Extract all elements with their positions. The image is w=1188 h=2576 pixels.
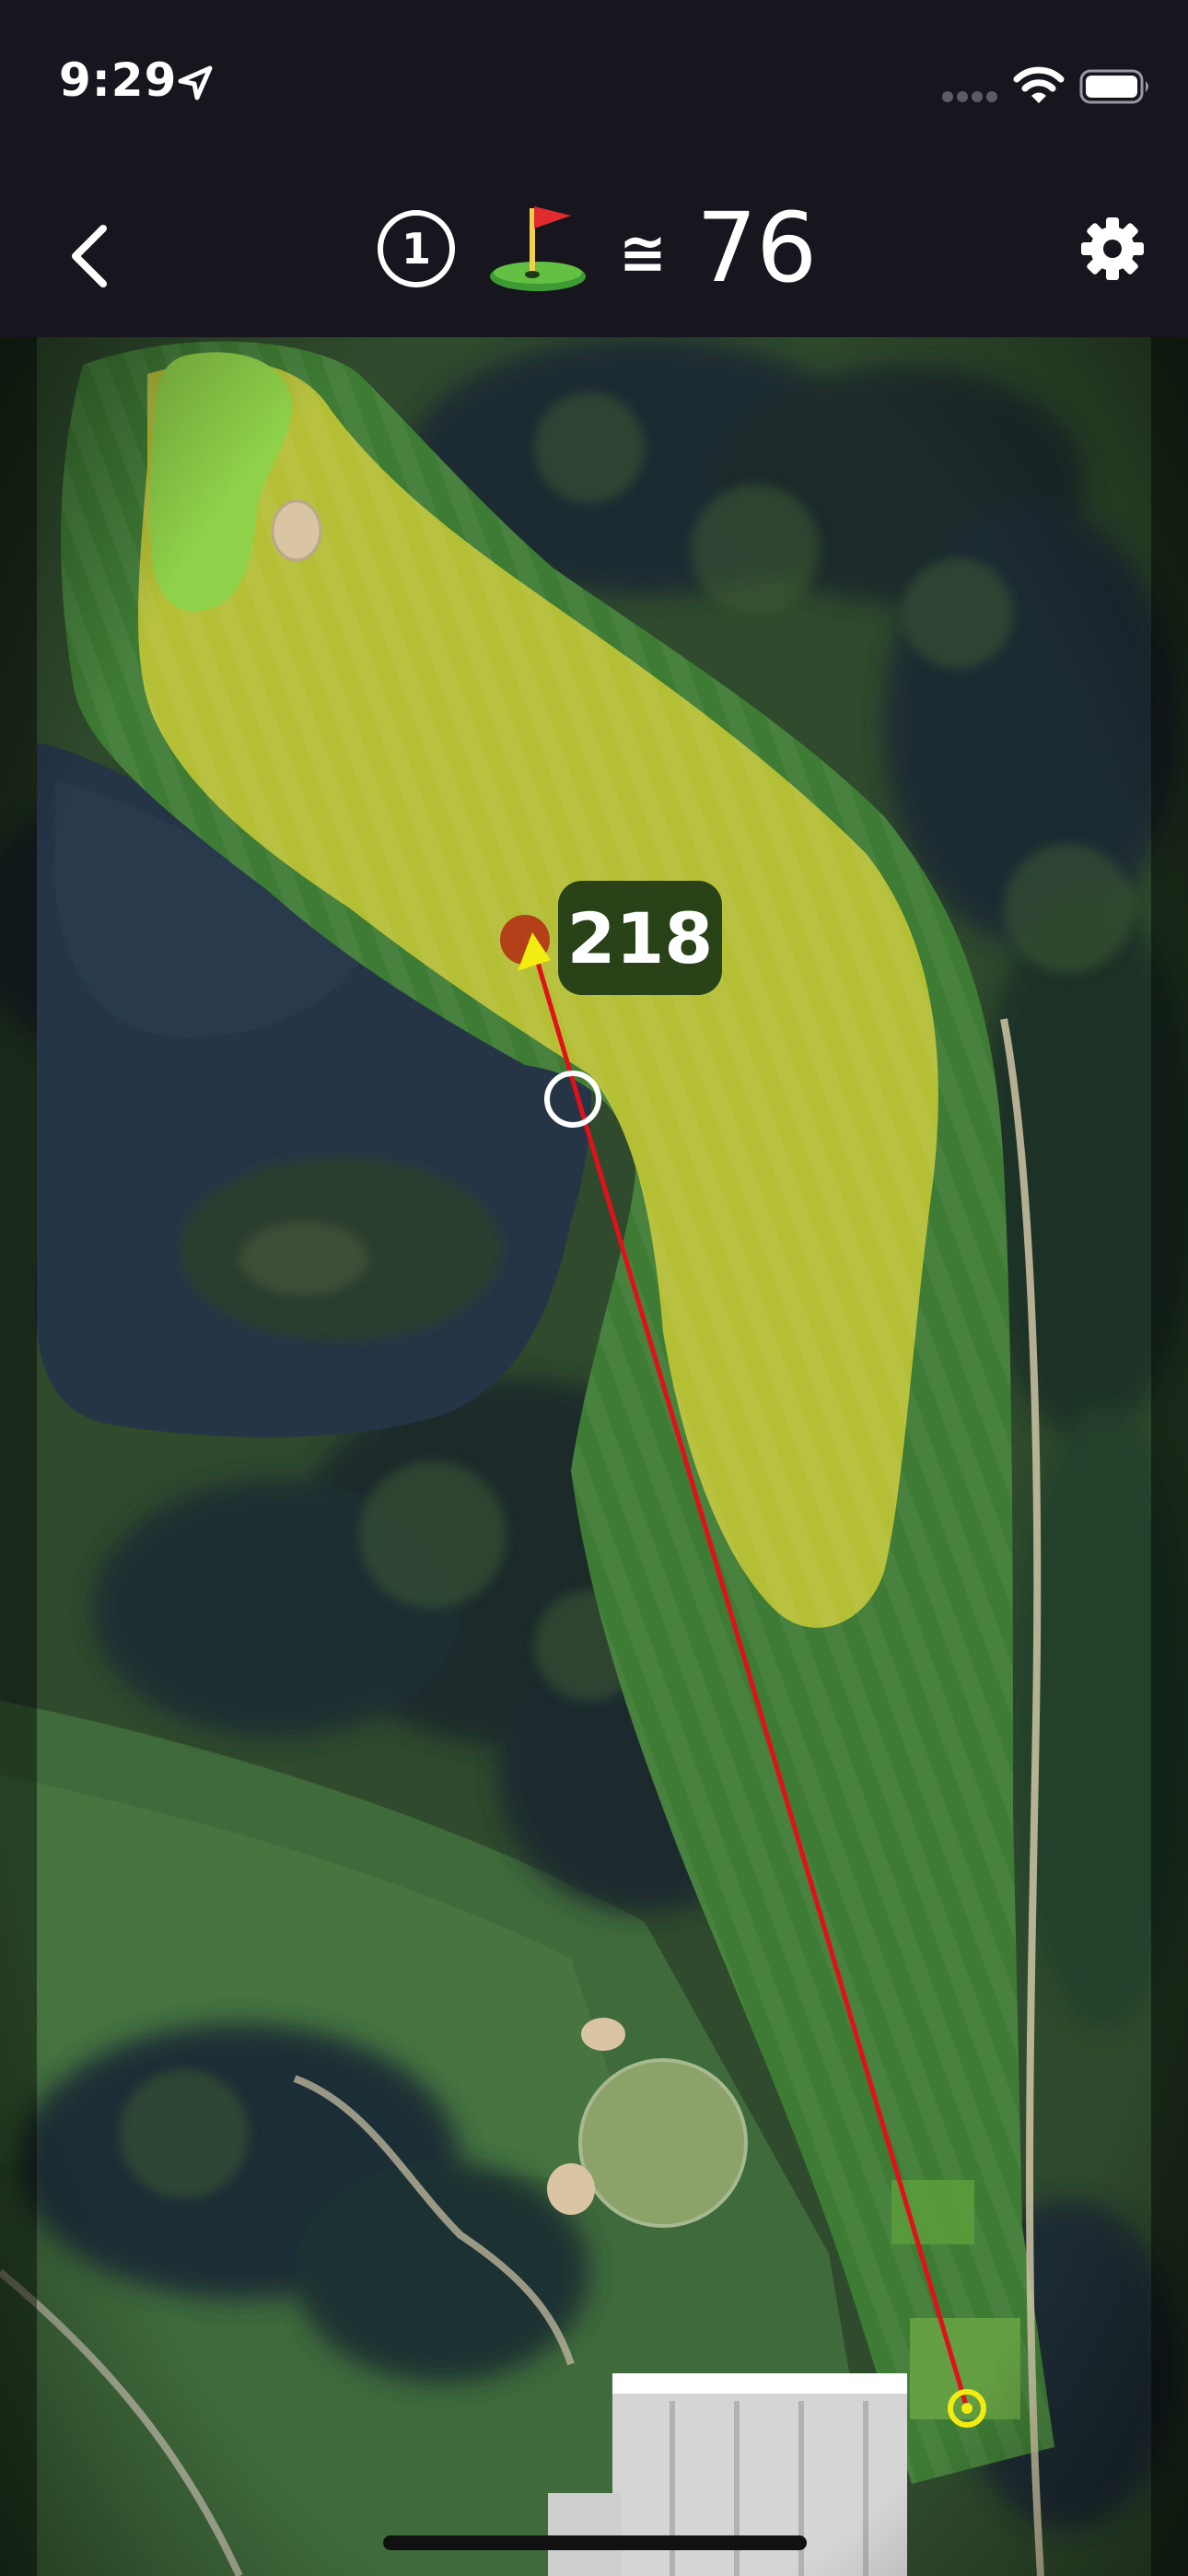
chevron-left-icon — [72, 225, 107, 287]
navigation-bar: 1 ≅ 76 — [0, 175, 1188, 337]
settings-button[interactable] — [1076, 212, 1149, 286]
status-bar: 9:29 — [0, 0, 1188, 175]
status-time: 9:29 — [59, 53, 178, 107]
golf-flag-icon — [490, 206, 586, 291]
cellular-signal-icon — [942, 91, 997, 102]
hole-number-badge: 1 — [378, 210, 455, 287]
distance-to-pin: 76 — [696, 192, 817, 304]
gear-icon — [1081, 217, 1144, 280]
wifi-icon — [1013, 66, 1065, 103]
satellite-map — [0, 337, 1188, 2576]
approx-icon: ≅ — [619, 218, 667, 287]
back-button[interactable] — [55, 208, 129, 300]
battery-icon — [1079, 69, 1148, 104]
shot-distance-label: 218 — [558, 881, 722, 995]
location-arrow-icon — [178, 65, 213, 100]
home-indicator — [383, 2535, 807, 2550]
hole-map[interactable]: 218 — [0, 337, 1188, 2576]
